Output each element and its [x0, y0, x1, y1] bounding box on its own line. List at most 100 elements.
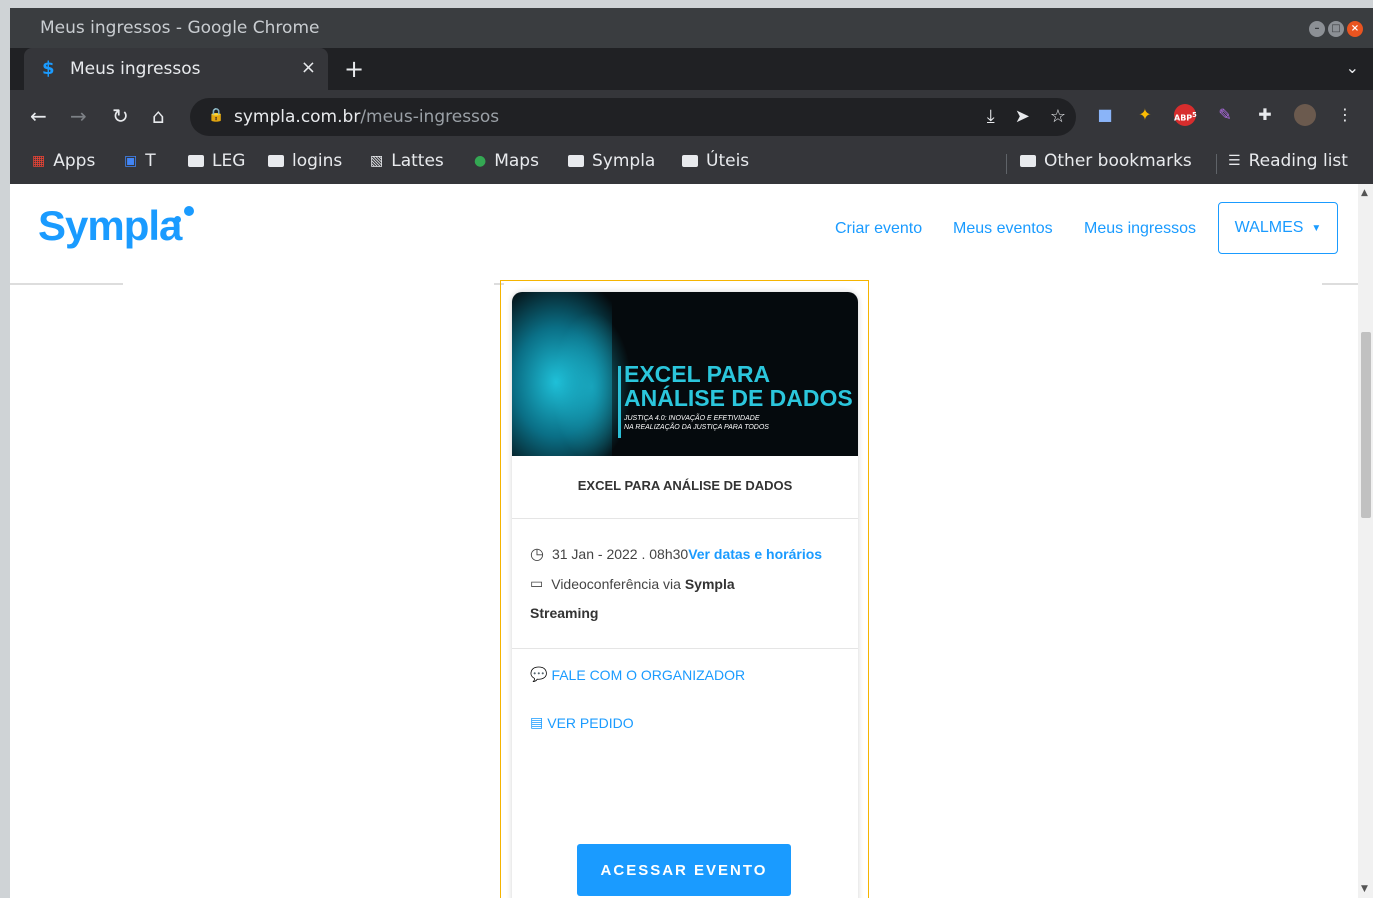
user-name: WALMES [1234, 219, 1304, 236]
location-prefix: Videoconferência via [551, 575, 681, 592]
bookmark-label: LEG [212, 151, 246, 171]
omnibox-actions: ⤓ ➤ ☆ [987, 106, 1066, 127]
extension-blue-icon[interactable]: ■ [1094, 104, 1116, 126]
location-platform-2: Streaming [530, 605, 599, 621]
sympla-favicon-icon: $ [42, 58, 55, 79]
tab-meus-ingressos[interactable]: $ Meus ingressos × [24, 48, 328, 90]
bookmark-apps[interactable]: ▦ Apps [32, 151, 95, 171]
event-location-row: ▭ Videoconferência via Sympla [530, 575, 735, 592]
reload-icon[interactable]: ↻ [112, 104, 129, 128]
reading-list[interactable]: ☰ Reading list [1228, 151, 1348, 171]
card-divider [512, 518, 858, 519]
bookmarks-separator [1006, 154, 1007, 174]
adblock-plus-icon[interactable]: ABP5 [1174, 104, 1197, 126]
bookmark-folder-logins[interactable]: logins [268, 151, 342, 171]
location-platform: Sympla [684, 575, 735, 592]
folder-icon [1020, 155, 1036, 167]
see-dates-link[interactable]: Ver datas e horários [688, 546, 822, 562]
tab-label: Meus ingressos [70, 59, 201, 79]
bookmarks-bar: ▦ Apps ▣ T LEG logins ▧ Lattes ● Maps Sy… [10, 144, 1373, 184]
back-icon[interactable]: ← [30, 104, 47, 128]
banner-title-line: EXCEL PARA [624, 361, 771, 387]
lock-icon[interactable]: 🔒 [208, 108, 224, 123]
tab-search-chevron-icon[interactable]: ⌄ [1346, 58, 1359, 77]
bookmark-label: Apps [53, 151, 96, 171]
maps-pin-icon: ● [474, 153, 487, 169]
bookmark-maps[interactable]: ● Maps [474, 151, 539, 171]
send-icon[interactable]: ➤ [1015, 106, 1030, 127]
bookmark-other[interactable]: Other bookmarks [1020, 151, 1192, 171]
bookmark-label: T [145, 151, 156, 171]
tab-strip: $ Meus ingressos × + ⌄ [10, 48, 1373, 90]
bookmark-folder-sympla[interactable]: Sympla [568, 151, 655, 171]
event-date: 31 Jan - 2022 . 08h30 [551, 546, 689, 562]
contact-organizer-label: FALE COM O ORGANIZADOR [551, 666, 746, 683]
new-tab-button[interactable]: + [344, 55, 364, 83]
close-window-button[interactable]: × [1347, 21, 1363, 37]
bookmark-t[interactable]: ▣ T [124, 151, 156, 171]
nav-meus-eventos[interactable]: Meus eventos [953, 220, 1053, 238]
ticket-card: EXCEL PARA ANÁLISE DE DADOS JUSTIÇA 4.0:… [512, 292, 858, 898]
user-menu-button[interactable]: WALMES ▼ [1218, 202, 1338, 254]
scroll-down-arrow-icon[interactable]: ▼ [1361, 884, 1368, 894]
folder-icon [188, 155, 204, 167]
bookmark-folder-leg[interactable]: LEG [188, 151, 245, 171]
lattes-icon: ▧ [370, 153, 384, 169]
reading-list-icon: ☰ [1228, 153, 1241, 169]
clock-icon: ◷ [530, 546, 544, 563]
scrollbar-thumb[interactable] [1361, 332, 1371, 518]
banner-subtitle: JUSTIÇA 4.0: INOVAÇÃO E EFETIVIDADE NA R… [624, 414, 769, 432]
extensions-puzzle-icon[interactable]: ✚ [1254, 104, 1276, 126]
chat-bubble-icon: 💬 [530, 666, 548, 682]
card-divider [512, 648, 858, 649]
banner-bar [618, 366, 621, 438]
home-icon[interactable]: ⌂ [152, 104, 165, 128]
profile-avatar[interactable] [1294, 104, 1316, 126]
header-divider [1322, 283, 1358, 285]
forward-icon[interactable]: → [70, 104, 87, 128]
receipt-icon: ▤ [530, 714, 544, 730]
header-divider [10, 283, 123, 285]
tab-close-icon[interactable]: × [301, 57, 316, 78]
feather-extension-icon[interactable]: ✎ [1214, 104, 1236, 126]
view-order-link[interactable]: ▤ VER PEDIDO [530, 714, 634, 731]
apps-grid-icon: ▦ [32, 153, 46, 169]
bookmark-lattes[interactable]: ▧ Lattes [370, 151, 444, 171]
nav-criar-evento[interactable]: Criar evento [835, 220, 922, 238]
bookmark-label: logins [292, 151, 343, 171]
event-title: EXCEL PARA ANÁLISE DE DADOS [577, 478, 793, 493]
chrome-menu-icon[interactable]: ⋮ [1334, 104, 1356, 126]
bookmark-star-icon[interactable]: ☆ [1050, 106, 1066, 127]
bookmark-label: Other bookmarks [1044, 151, 1192, 171]
adblock-count: 5 [1192, 111, 1197, 119]
bookmark-folder-uteis[interactable]: Úteis [682, 151, 749, 171]
page-scrollbar[interactable]: ▲ ▼ [1358, 184, 1373, 898]
window-controls: – □ × [1309, 21, 1363, 37]
url-text[interactable]: sympla.com.br/meus-ingressos [234, 107, 499, 127]
sympla-logo[interactable]: Sympla [38, 202, 194, 250]
banner-subtitle-line: JUSTIÇA 4.0: INOVAÇÃO E EFETIVIDADE [624, 415, 760, 422]
maximize-button[interactable]: □ [1328, 21, 1344, 37]
folder-icon [568, 155, 584, 167]
banner-subtitle-line: NA REALIZAÇÃO DA JUSTIÇA PARA TODOS [624, 424, 769, 431]
url-path: /meus-ingressos [360, 107, 500, 127]
view-order-label: VER PEDIDO [547, 714, 634, 731]
folder-icon [682, 155, 698, 167]
event-location-row-2: Streaming [530, 605, 598, 621]
scroll-up-arrow-icon[interactable]: ▲ [1361, 188, 1368, 198]
address-bar[interactable]: 🔒 sympla.com.br/meus-ingressos ⤓ ➤ ☆ [190, 98, 1076, 136]
event-location: Videoconferência via Sympla [551, 576, 734, 592]
bookmark-label: Úteis [706, 151, 750, 171]
event-date-row: ◷ 31 Jan - 2022 . 08h30 Ver datas e horár… [530, 544, 822, 564]
banner-title-line: ANÁLISE DE DADOS [624, 385, 853, 411]
title-bar: Meus ingressos - Google Chrome – □ × [10, 8, 1373, 48]
google-translate-icon: ▣ [124, 153, 138, 169]
install-app-icon[interactable]: ⤓ [987, 106, 995, 127]
extension-color-icon[interactable]: ✦ [1134, 104, 1156, 126]
contact-organizer-link[interactable]: 💬 FALE COM O ORGANIZADOR [530, 666, 745, 683]
minimize-button[interactable]: – [1309, 21, 1325, 37]
window-title: Meus ingressos - Google Chrome [40, 18, 320, 38]
extensions-area: ■ ✦ ABP5 ✎ ✚ ⋮ [1094, 104, 1356, 126]
access-event-button[interactable]: ACESSAR EVENTO [577, 844, 791, 896]
nav-meus-ingressos[interactable]: Meus ingressos [1084, 220, 1196, 238]
